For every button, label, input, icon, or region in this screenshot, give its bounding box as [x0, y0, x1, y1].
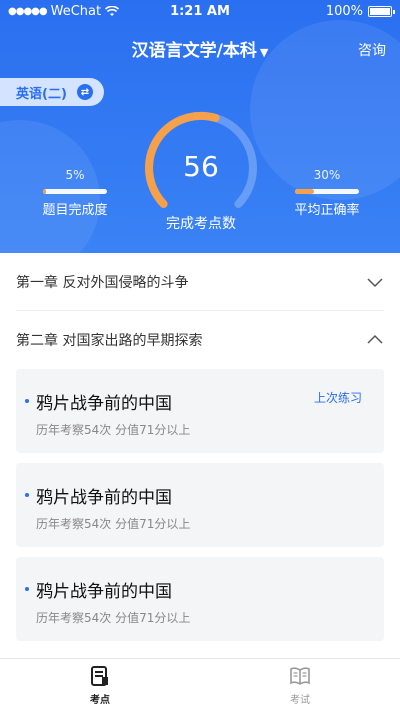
completion-stat: 5% 题目完成度: [30, 168, 120, 218]
chapter-title: 第一章 反对外国侵略的斗争: [16, 274, 189, 291]
completion-value: 5%: [65, 168, 85, 182]
tab-label: 考点: [90, 695, 110, 706]
accuracy-label: 平均正确率: [294, 203, 360, 218]
subject-switch-button[interactable]: 英语(二) ⇄: [0, 78, 104, 106]
chapter-title: 第二章 对国家出路的早期探索: [16, 333, 203, 349]
tab-kaoshi[interactable]: 考试: [200, 659, 400, 712]
major-selector[interactable]: 汉语言文学/本科 ▼: [0, 36, 400, 61]
chevron-down-icon: [367, 277, 383, 287]
tab-label: 考试: [290, 695, 310, 706]
status-bar: ●●●●● WeChat 1:21 AM 100%: [0, 0, 400, 24]
topic-title: 鸦片战争前的中国: [36, 488, 172, 508]
tab-bar: 考点 考试: [0, 658, 400, 712]
tab-kaodian[interactable]: 考点: [0, 659, 200, 712]
swap-icon: ⇄: [76, 84, 93, 100]
chevron-down-icon: ▼: [259, 46, 269, 59]
completion-bar: [43, 189, 107, 194]
completion-label: 题目完成度: [42, 203, 108, 218]
bullet-dot: [25, 399, 29, 403]
topic-card[interactable]: 鸦片战争前的中国 历年考察54次 分值71分以上: [16, 557, 384, 641]
bullet-dot: [25, 493, 29, 497]
completion-bar-fill: [43, 189, 47, 194]
status-right: 100%: [325, 4, 395, 19]
topic-title: 鸦片战争前的中国: [36, 394, 172, 414]
major-title: 汉语言文学/本科: [131, 41, 257, 61]
accuracy-bar: [295, 189, 359, 194]
accuracy-stat: 30% 平均正确率: [282, 168, 372, 218]
chevron-up-icon: [367, 334, 383, 344]
battery-icon: [368, 6, 395, 17]
document-icon: [91, 666, 108, 686]
accuracy-value: 30%: [313, 168, 341, 182]
last-practice-tag: 上次练习: [313, 391, 362, 405]
consult-button[interactable]: 咨询: [358, 40, 386, 60]
chapter-row[interactable]: 第一章 反对外国侵略的斗争: [16, 253, 384, 311]
topic-meta: 历年考察54次 分值71分以上: [36, 423, 191, 437]
battery-percent: 100%: [325, 4, 363, 19]
book-icon: [290, 667, 310, 685]
topic-card[interactable]: 鸦片战争前的中国 历年考察54次 分值71分以上 上次练习: [16, 369, 384, 453]
subject-label: 英语(二): [16, 86, 67, 102]
gauge-label: 完成考点数: [166, 216, 236, 232]
gauge-value: 56: [183, 150, 219, 183]
header: ●●●●● WeChat 1:21 AM 100% 汉语言文学/本科 ▼ 咨询 英…: [0, 0, 400, 253]
topic-title: 鸦片战争前的中国: [36, 582, 172, 602]
chapter-row[interactable]: 第二章 对国家出路的早期探索: [16, 311, 384, 369]
accuracy-bar-fill: [295, 189, 315, 194]
topic-card[interactable]: 鸦片战争前的中国 历年考察54次 分值71分以上: [16, 463, 384, 547]
bullet-dot: [25, 587, 29, 591]
topic-meta: 历年考察54次 分值71分以上: [36, 517, 191, 531]
topic-meta: 历年考察54次 分值71分以上: [36, 611, 191, 625]
chapter-list: 第一章 反对外国侵略的斗争 第二章 对国家出路的早期探索 鸦片战争前的中国 历年…: [0, 253, 400, 658]
